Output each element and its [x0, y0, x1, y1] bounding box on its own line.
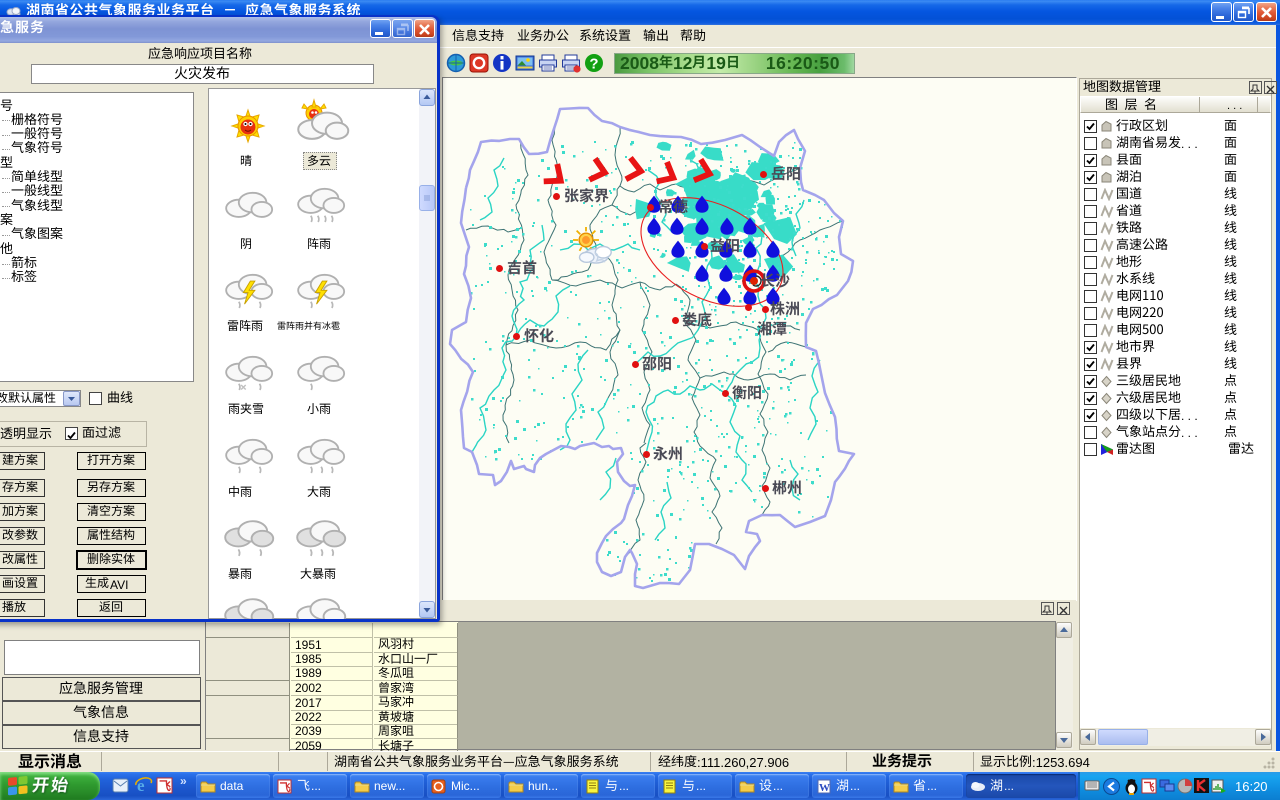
svg-text:飞: 飞 — [1144, 781, 1155, 794]
svg-text:W: W — [819, 782, 830, 794]
svg-text:?: ? — [589, 56, 598, 73]
svg-text:飞: 飞 — [159, 779, 171, 793]
svg-text:飞: 飞 — [280, 781, 291, 794]
